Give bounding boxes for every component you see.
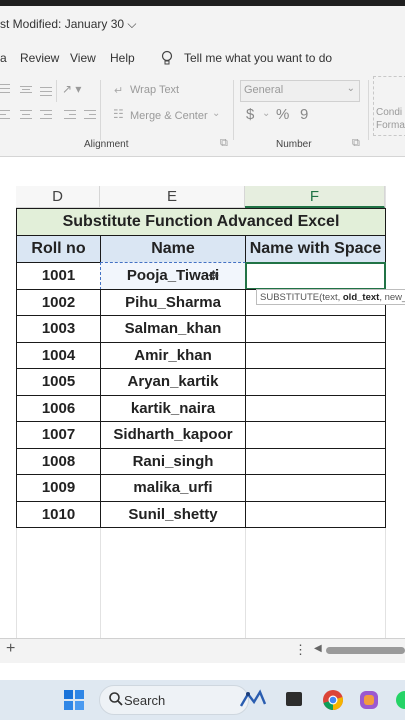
tooltip-arg-text: text, (322, 292, 343, 303)
copilot-icon[interactable] (358, 689, 380, 716)
file-explorer-icon[interactable] (286, 692, 302, 706)
scroll-left-icon[interactable]: ◀ (314, 643, 322, 654)
cell-roll-no[interactable]: 1002 (16, 288, 101, 316)
title-bar: st Modified: January 30 ⌵ (0, 0, 405, 42)
taskbar-search[interactable]: Search (99, 685, 249, 715)
ribbon: ↗︎ ▾ ↵ Wrap Text ☷ Merge & Center ⌄ Gene… (0, 74, 405, 157)
cell-name-with-space[interactable] (245, 500, 386, 528)
menu-tabs: a Review View Help Tell me what you want… (0, 42, 405, 74)
more-options-icon[interactable]: ⋮ (294, 642, 307, 658)
chevron-down-icon[interactable]: ⌄ (212, 108, 220, 119)
cell-name-with-space[interactable] (245, 394, 386, 422)
cell-name[interactable]: Amir_khan (100, 341, 246, 369)
conditional-formatting-button[interactable]: Condi Forma (373, 76, 405, 136)
number-dialog-launcher-icon[interactable]: ⧉ (352, 137, 360, 150)
merge-center-icon: ☷ (113, 107, 124, 121)
cell-roll-no[interactable]: 1008 (16, 447, 101, 475)
tab-view[interactable]: View (70, 51, 96, 65)
cell-name-with-space[interactable] (245, 341, 386, 369)
tab-review[interactable]: Review (20, 51, 59, 65)
wrap-text-button[interactable]: Wrap Text (130, 84, 179, 96)
move-cursor-icon: ✥ (208, 268, 219, 283)
cell-name[interactable]: kartik_naira (100, 394, 246, 422)
lightbulb-icon (160, 50, 174, 71)
cell-roll-no[interactable]: 1003 (16, 315, 101, 343)
cell-roll-no[interactable]: 1010 (16, 500, 101, 528)
conditional-formatting-label-2: Forma (376, 120, 405, 131)
whatsapp-icon[interactable] (394, 690, 405, 715)
cell-name[interactable]: Sidharth_kapoor (100, 421, 246, 449)
cell-name[interactable]: malika_urfi (100, 474, 246, 502)
comma-style-button[interactable]: 9 (300, 106, 308, 123)
header-roll-no[interactable]: Roll no (16, 235, 101, 263)
tooltip-arg-old-text: old_text (342, 292, 380, 303)
wrap-text-icon: ↵ (114, 85, 124, 97)
cell-name[interactable]: Rani_singh (100, 447, 246, 475)
cell-name[interactable]: Pihu_Sharma (100, 288, 246, 316)
chevron-down-icon[interactable]: ⌄ (262, 108, 270, 119)
column-header-e[interactable]: E (100, 186, 245, 208)
windows-start-icon[interactable] (64, 690, 84, 715)
orientation-icon[interactable]: ↗︎ ▾ (62, 82, 81, 96)
header-name[interactable]: Name (100, 235, 246, 263)
number-format-value: General (244, 84, 284, 96)
taskbar: Search (0, 680, 405, 720)
tooltip-function[interactable]: SUBSTITUTE( (260, 292, 322, 303)
cell-roll-no[interactable]: 1005 (16, 368, 101, 396)
tab-partial[interactable]: a (0, 51, 7, 65)
cell-roll-no[interactable]: 1007 (16, 421, 101, 449)
cell-name-with-space[interactable] (245, 421, 386, 449)
percent-button[interactable]: % (276, 106, 289, 123)
cell-name-with-space-active[interactable] (245, 262, 386, 290)
table-title[interactable]: Substitute Function Advanced Excel (16, 208, 386, 236)
conditional-formatting-label-1: Condi (376, 107, 403, 118)
number-group-label: Number (276, 139, 312, 150)
cell-roll-no[interactable]: 1006 (16, 394, 101, 422)
cell-name-with-space[interactable] (245, 474, 386, 502)
merge-center-button[interactable]: Merge & Center (130, 110, 208, 122)
tooltip-arg-new-text: , new_t (379, 292, 405, 303)
copilot-app-icon[interactable] (238, 688, 268, 717)
cell-name[interactable]: Salman_khan (100, 315, 246, 343)
currency-button[interactable]: $ (246, 106, 254, 123)
search-label: Search (124, 693, 166, 708)
header-name-with-space[interactable]: Name with Space (245, 235, 386, 263)
alignment-dialog-launcher-icon[interactable]: ⧉ (220, 137, 228, 150)
number-format-select[interactable]: General ⌄ (240, 80, 360, 102)
column-header-d[interactable]: D (16, 186, 100, 208)
window-top-strip (0, 0, 405, 6)
tell-me-search[interactable]: Tell me what you want to do (184, 51, 332, 65)
search-icon (108, 691, 124, 712)
chrome-icon[interactable] (322, 689, 344, 716)
horizontal-scrollbar[interactable] (326, 647, 405, 654)
cell-roll-no[interactable]: 1009 (16, 474, 101, 502)
cell-roll-no[interactable]: 1001 (16, 262, 101, 290)
cell-name[interactable]: Pooja_Tiwari (100, 262, 246, 290)
column-header-f[interactable]: F (245, 186, 385, 208)
tab-help[interactable]: Help (110, 51, 135, 65)
cell-name-with-space[interactable] (245, 315, 386, 343)
cell-name-with-space[interactable] (245, 368, 386, 396)
cell-name-with-space[interactable] (245, 447, 386, 475)
document-title[interactable]: st Modified: January 30 ⌵ (0, 17, 137, 32)
function-tooltip: SUBSTITUTE(text, old_text, new_t (256, 289, 405, 305)
sheet-tab-bar: + ⋮ ◀ (0, 638, 405, 663)
alignment-group-label: Alignment (84, 139, 129, 150)
cell-name[interactable]: Sunil_shetty (100, 500, 246, 528)
chevron-down-icon: ⌄ (346, 83, 355, 94)
cell-name[interactable]: Aryan_kartik (100, 368, 246, 396)
cell-roll-no[interactable]: 1004 (16, 341, 101, 369)
add-sheet-button[interactable]: + (6, 640, 15, 658)
